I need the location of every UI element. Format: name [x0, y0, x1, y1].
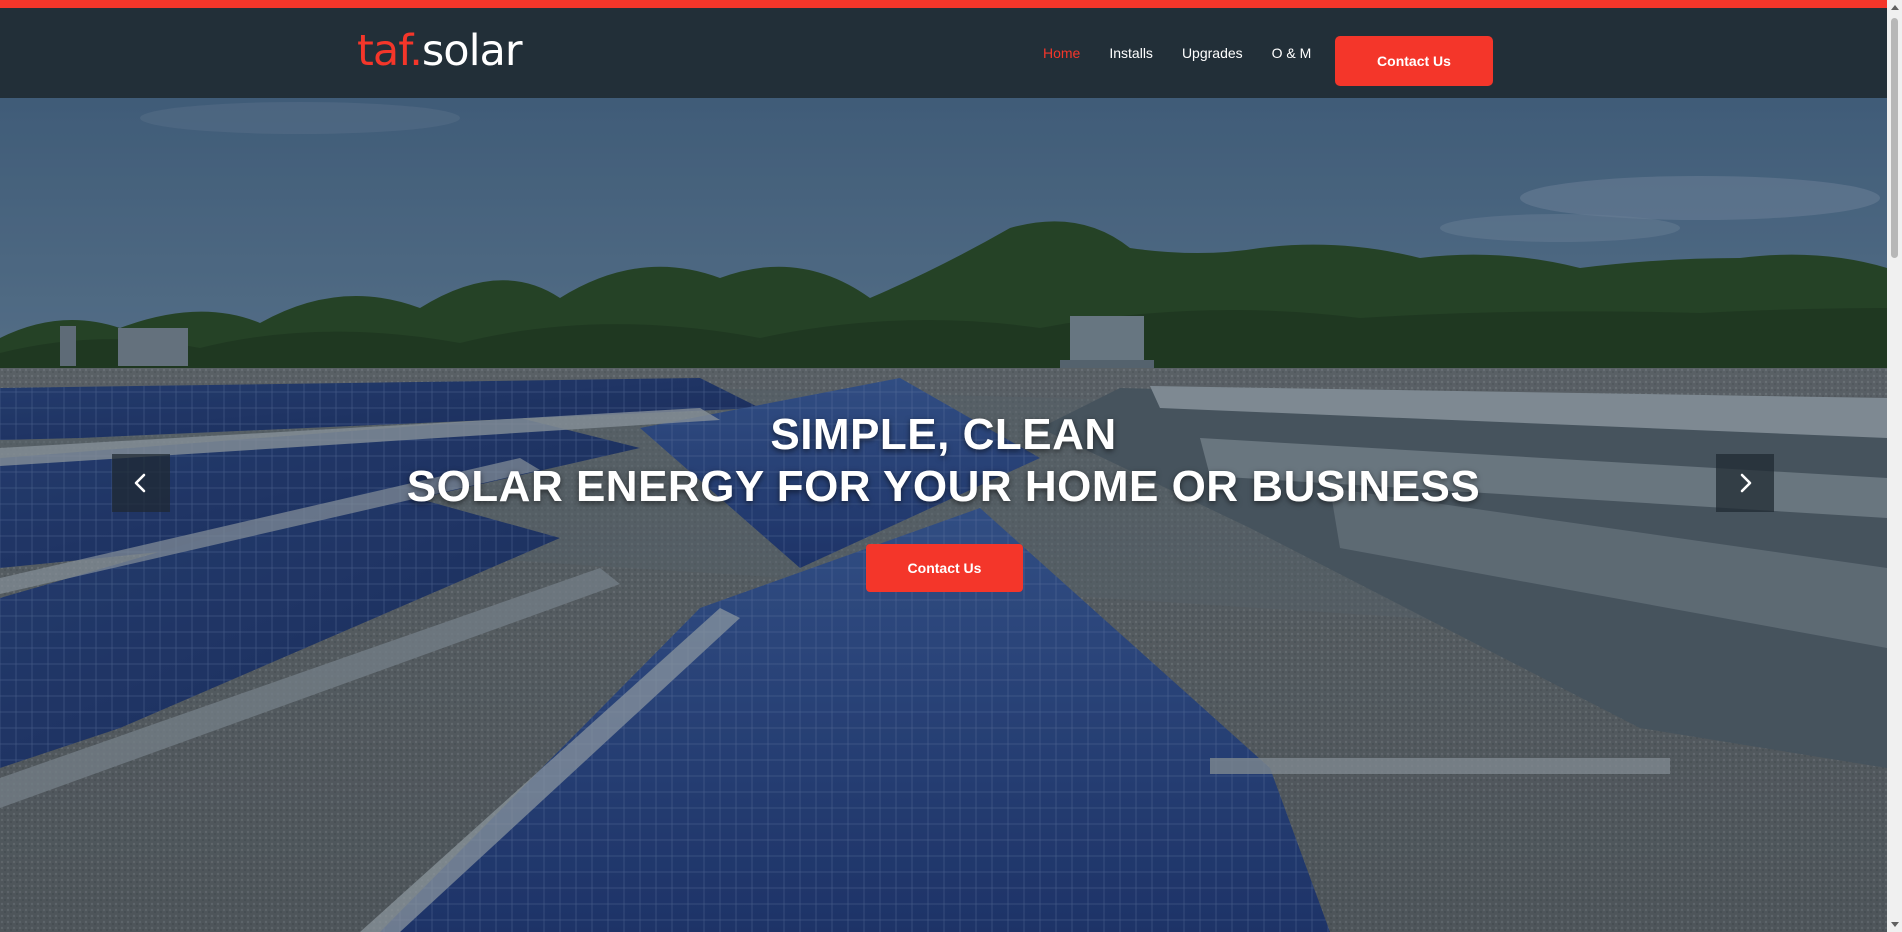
chevron-left-icon — [134, 473, 146, 493]
nav-item-home[interactable]: Home — [1043, 45, 1080, 61]
main-nav: Home Installs Upgrades O & M — [1043, 45, 1340, 61]
nav-item-upgrades[interactable]: Upgrades — [1182, 45, 1243, 61]
site-header: taf. solar Home Installs Upgrades O & M … — [0, 8, 1887, 98]
top-accent-stripe — [0, 0, 1902, 8]
page-scrollbar[interactable] — [1887, 0, 1902, 932]
site-logo[interactable]: taf. solar — [357, 26, 523, 76]
header-contact-button[interactable]: Contact Us — [1335, 36, 1493, 86]
logo-text-accent: taf. — [357, 26, 423, 76]
scroll-up-arrow-icon[interactable] — [1891, 5, 1899, 10]
hero-contact-button[interactable]: Contact Us — [866, 544, 1023, 592]
nav-item-installs[interactable]: Installs — [1109, 45, 1153, 61]
hero-heading-line-2: SOLAR ENERGY FOR YOUR HOME OR BUSINESS — [406, 462, 1481, 511]
logo-text-main: solar — [421, 26, 523, 76]
carousel-next-button[interactable] — [1716, 454, 1774, 512]
hero-heading-line-1: SIMPLE, CLEAN — [770, 410, 1117, 459]
nav-item-o-and-m[interactable]: O & M — [1272, 45, 1312, 61]
carousel-prev-button[interactable] — [112, 454, 170, 512]
scroll-down-arrow-icon[interactable] — [1891, 922, 1899, 927]
scrollbar-thumb[interactable] — [1891, 18, 1898, 258]
chevron-right-icon — [1740, 473, 1752, 493]
